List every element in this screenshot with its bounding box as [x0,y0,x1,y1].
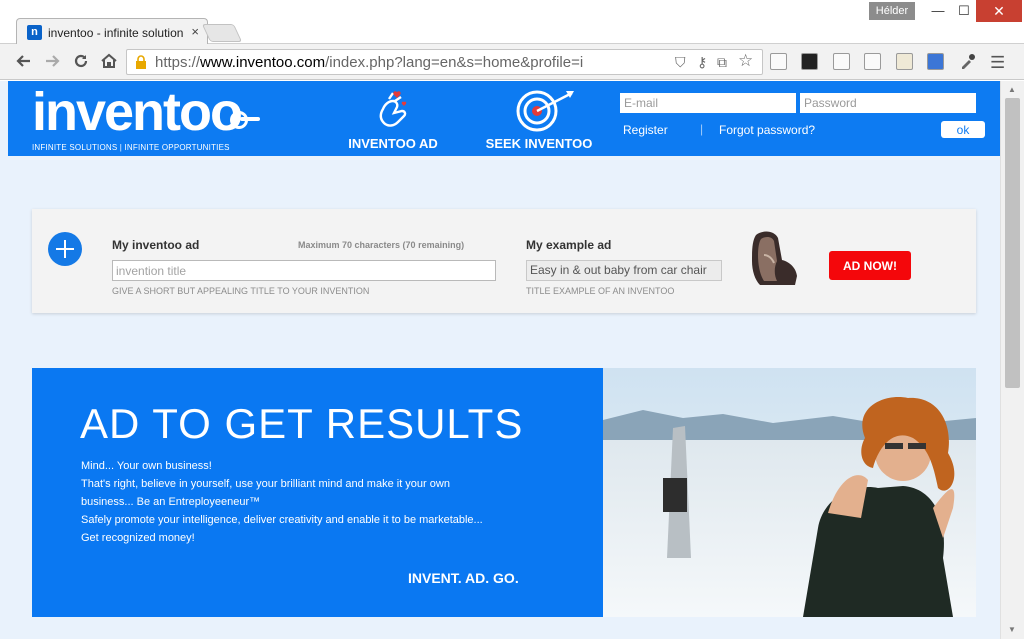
baby-car-seat-image [752,231,797,285]
window-maximize-icon[interactable]: ☐ [950,0,978,22]
inventoo-favicon-icon: n [27,25,42,40]
nav-seek-inventoo-label: SEEK INVENTOO [485,136,593,151]
forgot-password-link[interactable]: Forgot password? [719,123,815,137]
extension-globe-icon[interactable] [927,53,944,70]
back-arrow-icon[interactable] [14,52,34,72]
extension-note-icon[interactable] [896,53,913,70]
hero-banner: AD TO GET RESULTS Mind... Your own busin… [32,368,976,617]
extension-folder-icon[interactable] [864,53,881,70]
example-ad-value: Easy in & out baby from car chair [526,260,722,281]
extension-glasses-icon[interactable] [801,53,818,70]
plus-circle-icon[interactable] [48,232,82,266]
ad-now-button[interactable]: AD NOW! [829,251,911,280]
page-viewport: inventoo INFINITE SOLUTIONS | INFINITE O… [0,81,1000,639]
char-counter: Maximum 70 characters (70 remaining) [298,240,465,250]
register-link[interactable]: Register [623,123,668,137]
login-ok-button[interactable]: ok [941,121,985,138]
extension-screenshot-icon[interactable] [833,53,850,70]
hand-heart-icon [379,91,407,127]
shield-icon[interactable]: ⛉ [675,54,686,71]
bookmark-star-icon[interactable]: ☆ [738,51,753,71]
browser-menu-icon[interactable]: ☰ [990,53,1005,73]
eyedropper-icon[interactable] [959,53,976,70]
address-bar[interactable]: https://www.inventoo.com/index.php?lang=… [126,49,763,75]
browser-toolbar: https://www.inventoo.com/index.php?lang=… [0,44,1024,80]
site-tagline: INFINITE SOLUTIONS | INFINITE OPPORTUNIT… [32,143,230,152]
email-field[interactable] [620,93,796,113]
tab-title: inventoo - infinite solution [48,26,184,40]
example-hint: TITLE EXAMPLE OF AN INVENTOO [526,286,675,296]
page-scrollbar[interactable]: ▲ ▼ [1000,81,1024,639]
forward-arrow-icon[interactable] [42,52,62,72]
example-ad-title: My example ad [526,238,612,252]
scroll-down-arrow-icon[interactable]: ▼ [1008,625,1016,634]
reload-icon[interactable] [71,52,91,72]
title-hint: GIVE A SHORT BUT APPEALING TITLE TO YOUR… [112,286,370,296]
login-separator: | [700,122,704,136]
ad-creation-card: My inventoo ad Maximum 70 characters (70… [32,209,976,313]
invention-title-input[interactable] [112,260,496,281]
inventoo-logo[interactable]: inventoo [32,81,243,143]
nav-inventoo-ad-label: INVENTOO AD [348,136,438,151]
tab-close-icon[interactable]: × [191,24,199,39]
my-ad-title: My inventoo ad [112,238,200,252]
lock-icon [136,55,146,69]
banner-slogan: INVENT. AD. GO. [408,570,519,586]
target-arrow-icon [516,90,574,132]
banner-line: Get recognized money! [81,532,195,544]
banner-line: Safely promote your intelligence, delive… [81,514,483,526]
banner-text-panel: AD TO GET RESULTS Mind... Your own busin… [32,368,603,617]
extension-grid-icon[interactable] [770,53,787,70]
browser-tab[interactable]: n inventoo - infinite solution × [16,18,208,45]
url-text: https://www.inventoo.com/index.php?lang=… [155,54,584,71]
woman-salt-flats-photo [603,368,976,617]
window-close-icon[interactable]: ✕ [976,0,1022,22]
banner-headline: AD TO GET RESULTS [80,400,524,447]
home-icon[interactable] [99,52,119,72]
scroll-up-arrow-icon[interactable]: ▲ [1008,85,1016,94]
window-minimize-icon[interactable]: — [924,0,952,22]
banner-line: That's right, believe in yourself, use y… [81,478,450,490]
browser-titlebar: n inventoo - infinite solution × Hélder … [0,0,1024,45]
scroll-thumb[interactable] [1005,98,1020,388]
password-field[interactable] [800,93,976,113]
profile-user-badge[interactable]: Hélder [869,2,915,20]
site-header: inventoo INFINITE SOLUTIONS | INFINITE O… [8,81,1000,156]
banner-line: business... Be an Entreployeeneur™ [81,496,261,508]
key-icon[interactable]: ⚷ [697,54,707,71]
translate-icon[interactable]: ⧉ [717,54,727,71]
banner-line: Mind... Your own business! [81,460,212,472]
logo-plug-icon [230,111,260,129]
